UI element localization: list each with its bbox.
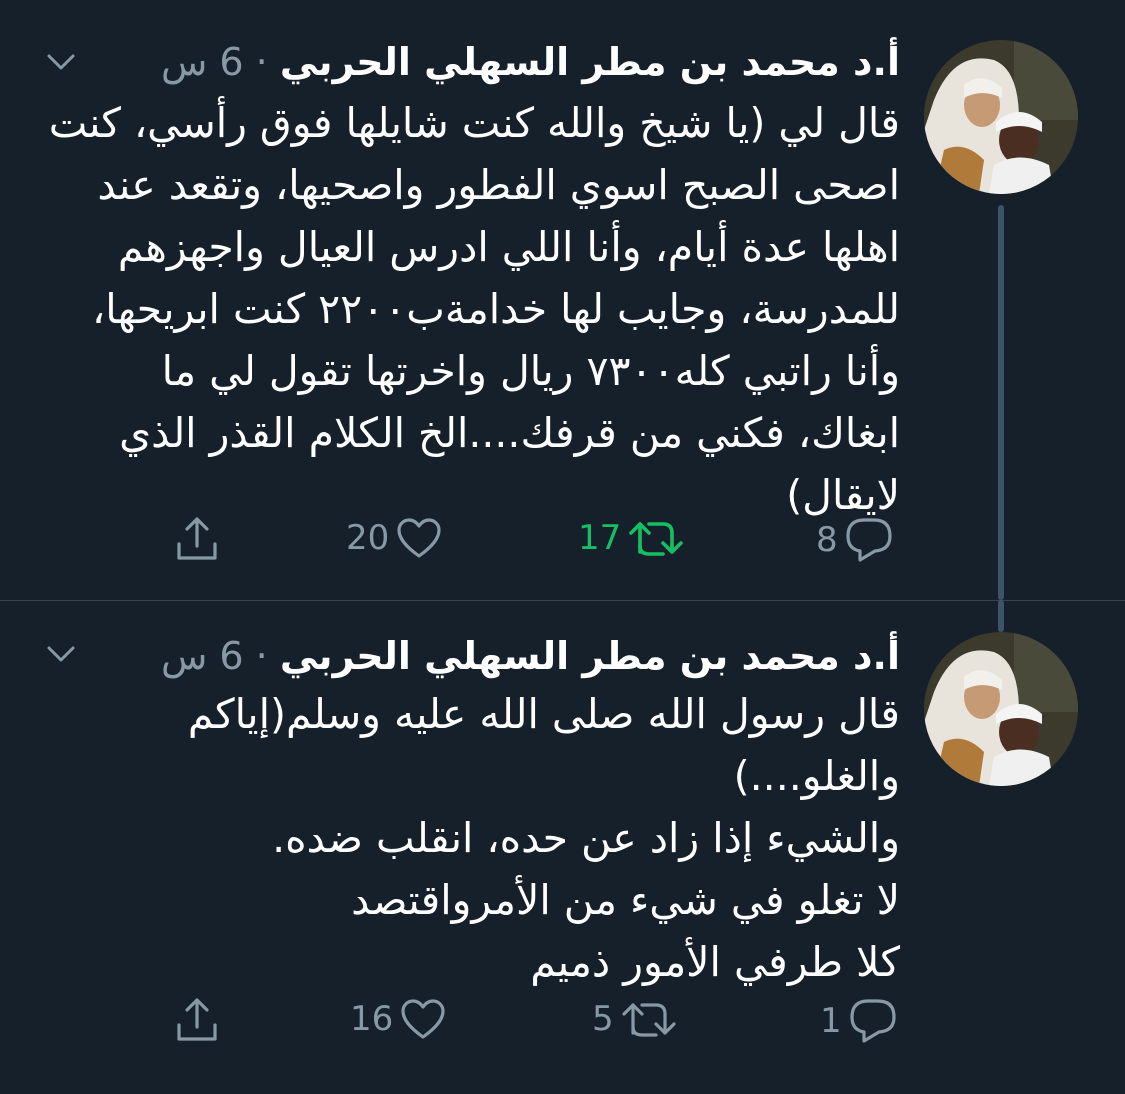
share-icon <box>177 998 217 1041</box>
tweet[interactable]: أ.د محمد بن مطر السهلي الحربي · 6 س قال … <box>0 600 1125 1094</box>
tweet-text: قال رسول الله صلى الله عليه وسلم(إياكم و… <box>187 690 900 986</box>
like-button[interactable]: 16 <box>350 997 447 1041</box>
reply-icon <box>846 518 892 562</box>
retweet-count: 5 <box>592 999 614 1039</box>
tweet-actions: 16 5 1 <box>0 993 1125 1053</box>
like-button[interactable]: 20 <box>346 516 443 560</box>
reply-button[interactable]: 1 <box>820 997 898 1045</box>
author-name[interactable]: أ.د محمد بن مطر السهلي الحربي <box>280 634 900 678</box>
share-button[interactable] <box>172 514 222 564</box>
reply-count: 8 <box>816 520 838 560</box>
retweet-count: 17 <box>578 518 622 558</box>
avatar[interactable] <box>924 632 1078 786</box>
retweet-button[interactable]: 5 <box>592 997 678 1041</box>
share-button[interactable] <box>172 995 222 1045</box>
retweet-icon <box>629 522 684 556</box>
like-icon <box>401 999 445 1039</box>
retweet-icon <box>622 1003 676 1037</box>
chevron-down-icon[interactable] <box>46 52 76 72</box>
reply-button[interactable]: 8 <box>816 516 894 564</box>
avatar-photo <box>924 632 1078 786</box>
like-count: 20 <box>346 518 390 558</box>
like-count: 16 <box>350 999 394 1039</box>
like-icon <box>397 518 441 558</box>
reply-icon <box>850 999 896 1043</box>
chevron-down-icon[interactable] <box>46 644 76 664</box>
reply-count: 1 <box>820 1001 842 1041</box>
timestamp[interactable]: · 6 س <box>161 40 268 84</box>
tweet-actions: 20 17 8 <box>0 512 1125 572</box>
share-icon <box>177 517 217 560</box>
tweet-header: أ.د محمد بن مطر السهلي الحربي · 6 س <box>161 632 900 680</box>
retweet-button[interactable]: 17 <box>578 516 685 560</box>
avatar[interactable] <box>924 40 1078 194</box>
author-name[interactable]: أ.د محمد بن مطر السهلي الحربي <box>280 40 900 84</box>
avatar-photo <box>924 40 1078 194</box>
thread-line <box>998 600 1004 632</box>
tweet[interactable]: أ.د محمد بن مطر السهلي الحربي · 6 س قال … <box>0 0 1125 600</box>
tweet-text: قال لي (يا شيخ والله كنت شايلها فوق رأسي… <box>48 99 900 519</box>
tweet-header: أ.د محمد بن مطر السهلي الحربي · 6 س <box>161 38 900 86</box>
timestamp[interactable]: · 6 س <box>161 634 268 678</box>
